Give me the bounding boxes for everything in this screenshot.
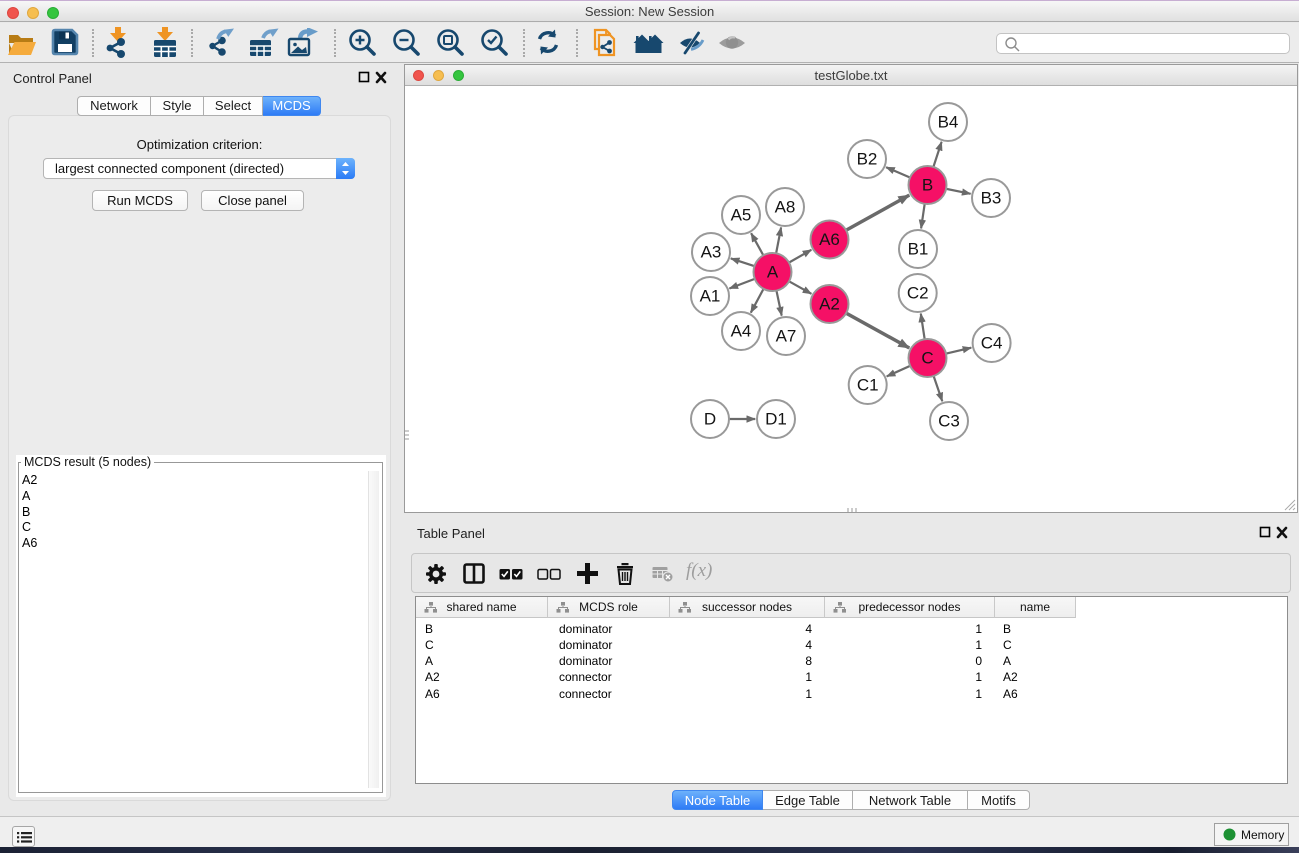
svg-text:B1: B1 <box>908 240 929 259</box>
svg-text:A2: A2 <box>819 295 840 314</box>
svg-text:A8: A8 <box>775 198 796 217</box>
svg-text:D1: D1 <box>765 410 787 429</box>
svg-text:A4: A4 <box>731 322 752 341</box>
svg-text:A5: A5 <box>731 206 752 225</box>
svg-text:A7: A7 <box>776 327 797 346</box>
svg-text:B: B <box>922 176 933 195</box>
svg-text:C4: C4 <box>981 334 1003 353</box>
svg-text:A1: A1 <box>700 287 721 306</box>
svg-text:C1: C1 <box>857 376 879 395</box>
svg-text:C3: C3 <box>938 412 960 431</box>
svg-text:A3: A3 <box>701 243 722 262</box>
svg-text:A: A <box>767 263 779 282</box>
svg-text:C: C <box>921 349 933 368</box>
svg-text:A6: A6 <box>819 230 840 249</box>
svg-text:D: D <box>704 410 716 429</box>
svg-text:B4: B4 <box>938 113 959 132</box>
svg-text:C2: C2 <box>907 284 929 303</box>
svg-text:B2: B2 <box>857 150 878 169</box>
svg-text:B3: B3 <box>981 189 1002 208</box>
